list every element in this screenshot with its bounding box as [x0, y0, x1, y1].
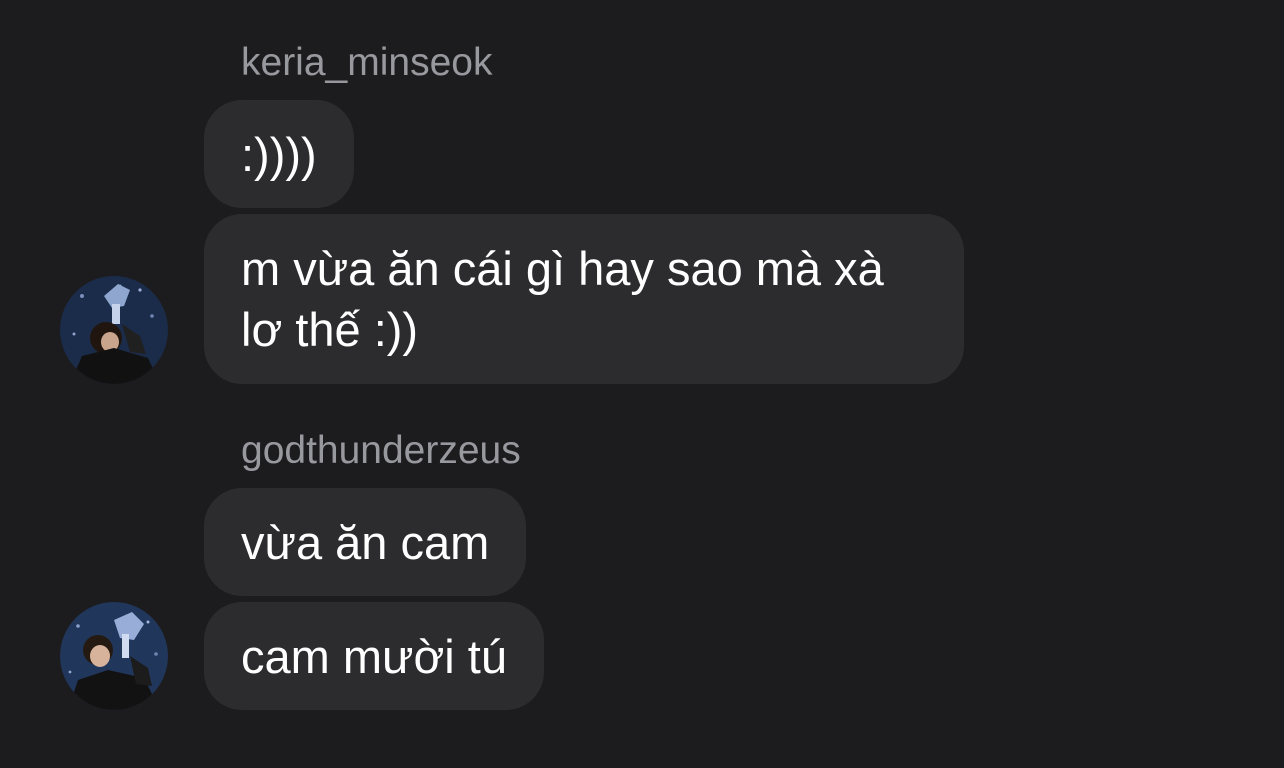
user-avatar-icon[interactable]: [60, 602, 168, 710]
message-text: :)))): [241, 127, 317, 181]
message-bubble[interactable]: m vừa ăn cái gì hay sao mà xà lơ thế :)): [204, 214, 964, 384]
user-avatar-icon[interactable]: [60, 276, 168, 384]
message-bubble[interactable]: cam mười tú: [204, 602, 544, 710]
message-text: vừa ăn cam: [241, 515, 490, 569]
message-bubble[interactable]: :)))): [204, 100, 354, 208]
message-text: cam mười tú: [241, 629, 507, 683]
sender-name: godthunderzeus: [241, 429, 521, 472]
message-text: m vừa ăn cái gì hay sao mà xà lơ thế :)): [241, 242, 884, 356]
message-bubble[interactable]: vừa ăn cam: [204, 488, 527, 596]
sender-name: keria_minseok: [241, 41, 493, 84]
